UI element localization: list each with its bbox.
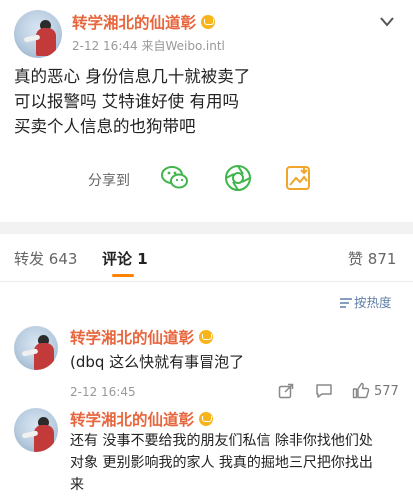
- post-body: 真的恶心 身份信息几十就被卖了 可以报警吗 艾特谁好使 有用吗 买卖个人信息的也…: [14, 64, 250, 139]
- comment-text-line: 还有 没事不要给我的朋友们私信 除非你找他们处: [70, 433, 373, 449]
- tab-likes-label: 赞: [348, 250, 364, 268]
- tab-reposts-count: 643: [48, 250, 78, 268]
- post-text-line: 可以报警吗 艾特谁好使 有用吗: [14, 92, 239, 111]
- comment-author-avatar[interactable]: [14, 326, 58, 370]
- save-image-share-icon[interactable]: [285, 164, 311, 192]
- moments-share-icon[interactable]: [224, 164, 252, 192]
- tab-bar-divider: [0, 281, 413, 282]
- comment-body: 还有 没事不要给我的朋友们私信 除非你找他们处 对象 更别影响我的家人 我真的掘…: [70, 430, 373, 496]
- reply-icon[interactable]: [315, 383, 333, 399]
- tab-comments-label: 评论: [102, 250, 133, 268]
- tab-bar: 转发 643 评论 1 赞 871: [0, 234, 413, 282]
- like-icon[interactable]: [352, 382, 370, 399]
- tab-comments-count: 1: [137, 250, 148, 268]
- chevron-down-icon[interactable]: [380, 17, 394, 27]
- tab-reposts-label: 转发: [14, 250, 45, 268]
- vip-badge-icon: [199, 330, 214, 344]
- post-meta: 2-12 16:44 来自Weibo.intl: [72, 39, 225, 53]
- vip-badge-icon: [201, 15, 216, 29]
- avatar-figure-body: [34, 343, 54, 370]
- comment-author-name-text: 转学湘北的仙道彰: [70, 411, 195, 429]
- tab-likes[interactable]: 赞 871: [348, 248, 396, 269]
- comment-author-avatar[interactable]: [14, 408, 58, 452]
- comment-text-line: 来: [70, 477, 84, 493]
- tab-reposts[interactable]: 转发 643: [14, 248, 77, 269]
- post-author-name-text: 转学湘北的仙道彰: [72, 14, 197, 32]
- comment-text-line: (dbq 这么快就有事冒泡了: [70, 353, 245, 371]
- post-author-name[interactable]: 转学湘北的仙道彰: [72, 11, 216, 33]
- comment-time: 2-12 16:45: [70, 385, 136, 399]
- section-divider: [0, 222, 413, 234]
- comment-author-name[interactable]: 转学湘北的仙道彰: [70, 326, 214, 348]
- post-text-line: 买卖个人信息的也狗带吧: [14, 117, 196, 136]
- tab-active-indicator: [112, 274, 134, 277]
- wechat-share-icon[interactable]: [160, 164, 190, 192]
- share-icon[interactable]: [278, 383, 294, 399]
- sort-by-hot-button[interactable]: 按热度: [340, 292, 392, 311]
- comment-like-count: 577: [374, 384, 399, 399]
- sort-label: 按热度: [354, 295, 392, 310]
- post-text-line: 真的恶心 身份信息几十就被卖了: [14, 67, 251, 86]
- comment-text-line: 对象 更别影响我的家人 我真的掘地三尺把你找出: [70, 455, 373, 471]
- comment-author-name[interactable]: 转学湘北的仙道彰: [70, 408, 214, 430]
- tab-comments[interactable]: 评论 1: [102, 248, 148, 269]
- comment-author-name-text: 转学湘北的仙道彰: [70, 329, 195, 347]
- vip-badge-icon: [199, 412, 214, 426]
- avatar-figure-body: [36, 28, 56, 56]
- sort-icon: [340, 298, 352, 308]
- tab-likes-count: 871: [367, 250, 397, 268]
- share-label: 分享到: [88, 173, 130, 189]
- post-author-avatar[interactable]: [14, 10, 62, 58]
- avatar-figure-body: [34, 425, 54, 452]
